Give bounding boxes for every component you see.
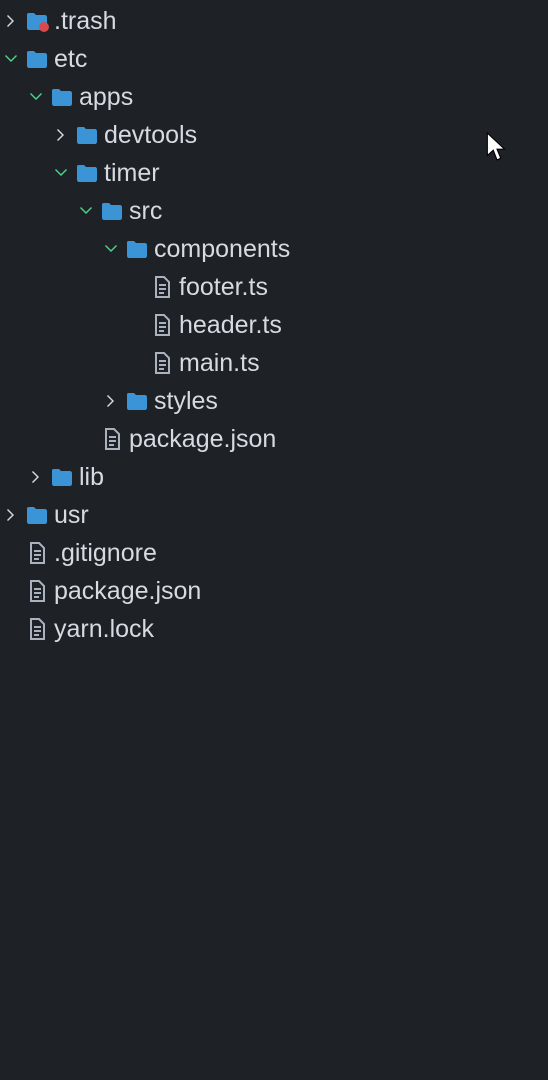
tree-item-label: usr	[52, 501, 89, 530]
file-icon	[22, 541, 52, 565]
file-icon	[97, 427, 127, 451]
folder-icon	[22, 503, 52, 527]
chevron-down-icon[interactable]	[100, 241, 122, 257]
chevron-down-icon[interactable]	[0, 51, 22, 67]
tree-item-label: yarn.lock	[52, 615, 154, 644]
tree-item-label: header.ts	[177, 311, 282, 340]
chevron-down-icon[interactable]	[75, 203, 97, 219]
tree-item-label: etc	[52, 45, 87, 74]
file-row-main[interactable]: main.ts	[0, 344, 548, 382]
folder-row-timer[interactable]: timer	[0, 154, 548, 192]
file-icon	[147, 313, 177, 337]
trash-folder-icon	[22, 9, 52, 33]
tree-item-label: src	[127, 197, 162, 226]
folder-row-trash[interactable]: .trash	[0, 2, 548, 40]
file-row-pkg-timer[interactable]: package.json	[0, 420, 548, 458]
chevron-right-icon[interactable]	[50, 127, 72, 143]
folder-row-devtools[interactable]: devtools	[0, 116, 548, 154]
chevron-down-icon[interactable]	[25, 89, 47, 105]
file-icon	[22, 579, 52, 603]
chevron-right-icon[interactable]	[100, 393, 122, 409]
folder-icon	[22, 47, 52, 71]
chevron-right-icon[interactable]	[25, 469, 47, 485]
folder-icon	[97, 199, 127, 223]
tree-item-label: components	[152, 235, 290, 264]
folder-icon	[122, 237, 152, 261]
folder-row-usr[interactable]: usr	[0, 496, 548, 534]
tree-item-label: .trash	[52, 7, 117, 36]
file-icon	[22, 617, 52, 641]
file-row-yarnlock[interactable]: yarn.lock	[0, 610, 548, 648]
folder-row-styles[interactable]: styles	[0, 382, 548, 420]
file-row-footer[interactable]: footer.ts	[0, 268, 548, 306]
file-tree[interactable]: .trash etc apps devtools timer src components f…	[0, 0, 548, 648]
file-icon	[147, 275, 177, 299]
file-row-pkg-root[interactable]: package.json	[0, 572, 548, 610]
tree-item-label: package.json	[127, 425, 276, 454]
file-icon	[147, 351, 177, 375]
file-row-header[interactable]: header.ts	[0, 306, 548, 344]
folder-row-lib[interactable]: lib	[0, 458, 548, 496]
folder-icon	[47, 465, 77, 489]
tree-item-label: package.json	[52, 577, 201, 606]
folder-row-components[interactable]: components	[0, 230, 548, 268]
chevron-right-icon[interactable]	[0, 13, 22, 29]
chevron-down-icon[interactable]	[50, 165, 72, 181]
folder-row-apps[interactable]: apps	[0, 78, 548, 116]
folder-icon	[72, 123, 102, 147]
folder-icon	[122, 389, 152, 413]
tree-item-label: styles	[152, 387, 218, 416]
folder-icon	[47, 85, 77, 109]
chevron-right-icon[interactable]	[0, 507, 22, 523]
tree-item-label: .gitignore	[52, 539, 157, 568]
tree-item-label: timer	[102, 159, 160, 188]
file-row-gitignore[interactable]: .gitignore	[0, 534, 548, 572]
tree-item-label: footer.ts	[177, 273, 268, 302]
folder-row-etc[interactable]: etc	[0, 40, 548, 78]
tree-item-label: lib	[77, 463, 104, 492]
tree-item-label: main.ts	[177, 349, 260, 378]
folder-row-src[interactable]: src	[0, 192, 548, 230]
tree-item-label: apps	[77, 83, 133, 112]
tree-item-label: devtools	[102, 121, 197, 150]
folder-icon	[72, 161, 102, 185]
